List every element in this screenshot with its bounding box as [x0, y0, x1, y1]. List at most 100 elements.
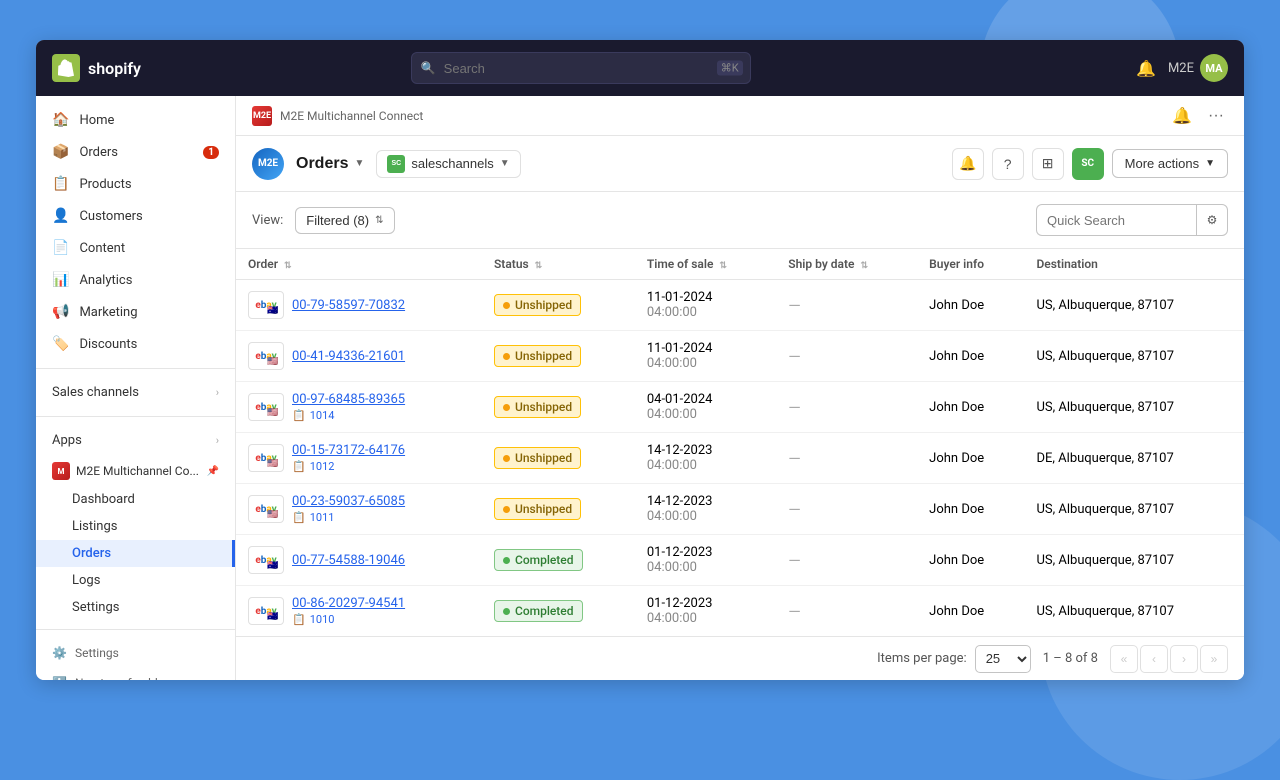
- filter-chevron-icon: ⇅: [375, 215, 383, 226]
- breadcrumb-bell-button[interactable]: 🔔: [1168, 104, 1196, 128]
- time-cell: 01-12-2023 04:00:00: [635, 586, 776, 637]
- table-row[interactable]: ebay 🇺🇸 00-41-94336-21601 Unshipped: [236, 331, 1244, 382]
- sidebar-item-orders[interactable]: 📦 Orders 1: [36, 136, 235, 168]
- order-id-link[interactable]: 00-15-73172-64176: [292, 443, 405, 458]
- sidebar-item-customers[interactable]: 👤 Customers: [36, 200, 235, 232]
- time-cell: 14-12-2023 04:00:00: [635, 484, 776, 535]
- status-badge: Unshipped: [494, 498, 581, 520]
- status-cell: Unshipped: [482, 433, 635, 484]
- ebay-logo: ebay 🇺🇸: [248, 495, 284, 523]
- more-actions-button[interactable]: More actions ▼: [1112, 149, 1228, 178]
- header-bell-button[interactable]: 🔔: [952, 148, 984, 180]
- sidebar-item-dashboard[interactable]: Dashboard: [36, 486, 235, 513]
- sidebar-item-content[interactable]: 📄 Content: [36, 232, 235, 264]
- order-id-link[interactable]: 00-86-20297-94541: [292, 596, 405, 611]
- ship-by-cell: —: [776, 586, 917, 637]
- ebay-logo: ebay 🇺🇸: [248, 393, 284, 421]
- sidebar-settings[interactable]: ⚙️ Settings: [36, 638, 235, 668]
- sidebar-item-settings-sub[interactable]: Settings: [36, 594, 235, 621]
- order-id-link[interactable]: 00-23-59037-65085: [292, 494, 405, 509]
- sidebar-item-logs[interactable]: Logs: [36, 567, 235, 594]
- pagination-first-button[interactable]: «: [1110, 645, 1138, 673]
- table-row[interactable]: ebay 🇦🇺 00-77-54588-19046 Completed: [236, 535, 1244, 586]
- per-page-select[interactable]: 102550100: [975, 645, 1031, 673]
- sidebar-item-marketing[interactable]: 📢 Marketing: [36, 296, 235, 328]
- sidebar-item-orders-sub[interactable]: Orders: [36, 540, 235, 567]
- col-time-of-sale: Time of sale ⇅: [635, 249, 776, 280]
- status-text: Unshipped: [515, 502, 572, 516]
- m2e-label: M2E Multichannel Co...: [76, 464, 199, 478]
- order-ref-link[interactable]: 1011: [310, 511, 335, 524]
- chevron-right-icon: ›: [216, 434, 219, 447]
- time-line1: 11-01-2024: [647, 290, 764, 305]
- table-row[interactable]: ebay 🇦🇺 00-79-58597-70832 Unshipped: [236, 280, 1244, 331]
- sc-badge: SC: [1072, 148, 1104, 180]
- orders-title-button[interactable]: Orders ▼: [296, 155, 364, 173]
- sidebar-item-discounts[interactable]: 🏷️ Discounts: [36, 328, 235, 360]
- col-status: Status ⇅: [482, 249, 635, 280]
- time-cell: 14-12-2023 04:00:00: [635, 433, 776, 484]
- header-grid-button[interactable]: ⊞: [1032, 148, 1064, 180]
- status-badge: Unshipped: [494, 294, 581, 316]
- view-filter-selector[interactable]: Filtered (8) ⇅: [295, 207, 394, 234]
- breadcrumb-actions: 🔔 ···: [1168, 104, 1228, 128]
- status-text: Unshipped: [515, 349, 572, 363]
- quick-search-filter-button[interactable]: ⚙: [1196, 204, 1228, 236]
- time-cell: 11-01-2024 04:00:00: [635, 331, 776, 382]
- quick-search-input[interactable]: [1036, 204, 1196, 236]
- time-sort-icon: ⇅: [719, 261, 727, 271]
- search-input[interactable]: [411, 52, 751, 84]
- time-line1: 14-12-2023: [647, 443, 764, 458]
- orders-badge: 1: [203, 146, 219, 159]
- apps-label: Apps: [52, 433, 82, 448]
- sidebar-item-listings[interactable]: Listings: [36, 513, 235, 540]
- table-row[interactable]: ebay 🇺🇸 00-97-68485-89365 📋 1014 Unshipp…: [236, 382, 1244, 433]
- table-row[interactable]: ebay 🇺🇸 00-15-73172-64176 📋 1012 Unshipp…: [236, 433, 1244, 484]
- order-ref-link[interactable]: 1014: [310, 409, 335, 422]
- buyer-cell: John Doe: [917, 280, 1024, 331]
- order-id-link[interactable]: 00-77-54588-19046: [292, 553, 405, 568]
- order-ref-link[interactable]: 1012: [310, 460, 335, 473]
- user-menu[interactable]: M2E MA: [1168, 54, 1228, 82]
- sidebar-item-products[interactable]: 📋 Products: [36, 168, 235, 200]
- status-cell: Completed: [482, 586, 635, 637]
- destination-cell: US, Albuquerque, 87107: [1024, 331, 1244, 382]
- toolbar-row: View: Filtered (8) ⇅ ⚙: [236, 192, 1244, 249]
- channel-selector-button[interactable]: SC saleschannels ▼: [376, 150, 520, 178]
- order-ref-link[interactable]: 1010: [310, 613, 335, 626]
- order-id-link[interactable]: 00-97-68485-89365: [292, 392, 405, 407]
- breadcrumb-more-button[interactable]: ···: [1204, 104, 1228, 128]
- table-footer: Items per page: 102550100 1 – 8 of 8 « ‹…: [236, 636, 1244, 680]
- status-dot: [503, 455, 510, 462]
- ref-icon: 📋: [292, 460, 306, 473]
- sidebar-item-analytics[interactable]: 📊 Analytics: [36, 264, 235, 296]
- ref-icon: 📋: [292, 613, 306, 626]
- orders-table-wrap: Order ⇅ Status ⇅ Time of sale ⇅ Ship by …: [236, 249, 1244, 636]
- order-id-link[interactable]: 00-79-58597-70832: [292, 298, 405, 313]
- sidebar-item-m2e[interactable]: M M2E Multichannel Co... 📌: [36, 456, 235, 486]
- orders-header: M2E Orders ▼ SC saleschannels ▼ 🔔 ? ⊞ SC: [236, 136, 1244, 192]
- status-dot: [503, 557, 510, 564]
- apps-header[interactable]: Apps ›: [36, 425, 235, 456]
- pagination-last-button[interactable]: »: [1200, 645, 1228, 673]
- sales-channels-header[interactable]: Sales channels ›: [36, 377, 235, 408]
- notification-bell-icon[interactable]: 🔔: [1136, 59, 1156, 78]
- header-help-button[interactable]: ?: [992, 148, 1024, 180]
- table-row[interactable]: ebay 🇺🇸 00-23-59037-65085 📋 1011 Unshipp…: [236, 484, 1244, 535]
- analytics-icon: 📊: [52, 272, 69, 288]
- table-row[interactable]: ebay 🇦🇺 00-86-20297-94541 📋 1010 Complet…: [236, 586, 1244, 637]
- sidebar-non-transferable[interactable]: ℹ️ Non-transferable: [36, 668, 235, 680]
- logo-area[interactable]: shopify: [52, 54, 212, 82]
- status-dot: [503, 353, 510, 360]
- ebay-logo: ebay 🇦🇺: [248, 291, 284, 319]
- time-line2: 04:00:00: [647, 611, 764, 626]
- buyer-cell: John Doe: [917, 535, 1024, 586]
- sidebar-item-home[interactable]: 🏠 Home: [36, 104, 235, 136]
- pagination-next-button[interactable]: ›: [1170, 645, 1198, 673]
- time-line2: 04:00:00: [647, 560, 764, 575]
- status-text: Unshipped: [515, 298, 572, 312]
- order-id-link[interactable]: 00-41-94336-21601: [292, 349, 405, 364]
- status-badge: Completed: [494, 549, 583, 571]
- buyer-cell: John Doe: [917, 586, 1024, 637]
- pagination-prev-button[interactable]: ‹: [1140, 645, 1168, 673]
